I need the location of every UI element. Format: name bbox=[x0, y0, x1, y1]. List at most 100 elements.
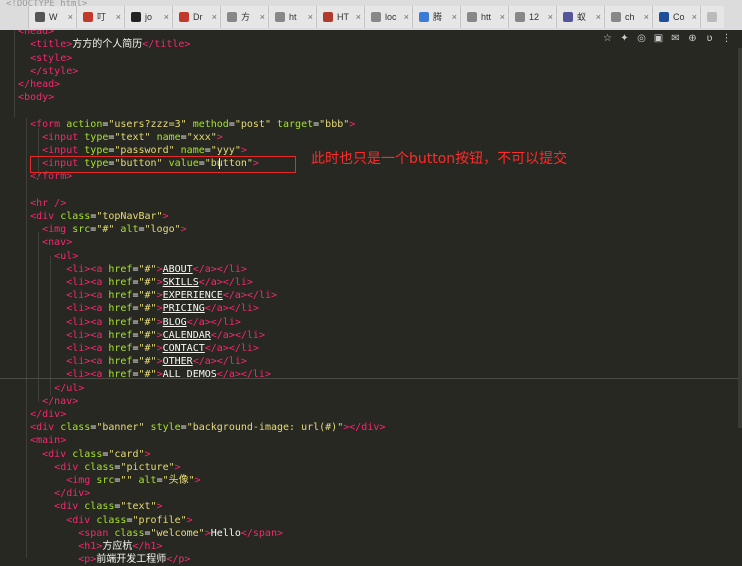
code-token: EXPERIENCE bbox=[162, 290, 223, 302]
code-token: "xxx" bbox=[186, 131, 217, 143]
code-token: > bbox=[174, 461, 181, 473]
code-token: <a bbox=[90, 303, 109, 315]
close-tab-icon[interactable]: × bbox=[500, 6, 505, 28]
code-line: <div class="profile"> bbox=[6, 514, 192, 527]
extension-icon[interactable]: ⊕ bbox=[687, 33, 698, 44]
scrollbar[interactable] bbox=[738, 48, 742, 428]
browser-tab[interactable]: htt × bbox=[460, 6, 508, 28]
code-token: <div bbox=[30, 211, 61, 222]
code-token: method bbox=[192, 118, 229, 130]
close-tab-icon[interactable]: × bbox=[68, 6, 73, 28]
code-token: class bbox=[114, 527, 145, 539]
browser-tab[interactable]: jo × bbox=[124, 6, 172, 28]
close-tab-icon[interactable]: × bbox=[116, 6, 121, 28]
code-token: "topNavBar" bbox=[96, 211, 163, 222]
browser-tab[interactable]: 方 × bbox=[220, 6, 268, 28]
tab-title: 方 bbox=[241, 12, 251, 22]
code-token: </form> bbox=[30, 171, 73, 183]
extension-icon[interactable]: ◎ bbox=[636, 33, 647, 44]
code-line: <li><a href="#">PRICING</a></li> bbox=[6, 302, 259, 315]
code-token: <li> bbox=[66, 263, 91, 275]
code-token: > bbox=[349, 118, 356, 130]
close-tab-icon[interactable]: × bbox=[644, 6, 649, 28]
extension-icon[interactable]: ʋ bbox=[704, 33, 715, 44]
close-tab-icon[interactable]: × bbox=[452, 6, 457, 28]
close-tab-icon[interactable]: × bbox=[356, 6, 361, 28]
code-token: </li> bbox=[216, 263, 247, 275]
code-token: <li> bbox=[66, 329, 91, 341]
browser-tab[interactable]: Dr × bbox=[172, 6, 220, 28]
code-line: <hr /> bbox=[6, 197, 66, 210]
dribbble-icon bbox=[179, 12, 189, 22]
code-token: > bbox=[162, 211, 169, 222]
code-token: <div bbox=[42, 448, 73, 460]
code-token: </title> bbox=[142, 39, 191, 51]
browser-tab[interactable]: 叮 × bbox=[76, 6, 124, 28]
app-icon bbox=[83, 12, 93, 22]
page-icon bbox=[227, 12, 237, 22]
bookmark-star-icon[interactable]: ☆ bbox=[602, 33, 613, 44]
code-token: <h1> bbox=[78, 541, 103, 552]
code-token: "#" bbox=[138, 263, 157, 275]
code-token: 前端开发工程师 bbox=[96, 554, 167, 566]
browser-tab[interactable]: ch × bbox=[604, 6, 652, 28]
browser-tab[interactable]: loc × bbox=[364, 6, 412, 28]
browser-tab[interactable] bbox=[700, 6, 724, 28]
browser-tab[interactable]: W × bbox=[28, 6, 76, 28]
close-tab-icon[interactable]: × bbox=[260, 6, 265, 28]
code-token: ABOUT bbox=[162, 263, 193, 275]
close-tab-icon[interactable]: × bbox=[692, 6, 697, 28]
close-tab-icon[interactable]: × bbox=[164, 6, 169, 28]
browser-tab[interactable]: Co × bbox=[652, 6, 700, 28]
browser-tab[interactable]: 12 × bbox=[508, 6, 556, 28]
code-line: <div class="text"> bbox=[6, 500, 162, 513]
tab-title: W bbox=[49, 12, 58, 22]
code-token: "#" bbox=[138, 316, 157, 328]
browser-tab[interactable]: ht × bbox=[268, 6, 316, 28]
extension-icon[interactable]: ✉ bbox=[670, 33, 681, 44]
github-icon bbox=[131, 12, 141, 22]
code-line: <li><a href="#">SKILLS</a></li> bbox=[6, 276, 253, 289]
code-line: <li><a href="#">OTHER</a></li> bbox=[6, 355, 247, 368]
code-token: <p> bbox=[78, 554, 97, 566]
code-token: SKILLS bbox=[162, 277, 199, 288]
extension-icon[interactable]: ▣ bbox=[653, 33, 664, 44]
code-token: "" bbox=[120, 475, 133, 486]
browser-tab[interactable]: HT × bbox=[316, 6, 364, 28]
code-token: "#" bbox=[138, 277, 157, 288]
browser-tab[interactable]: 蚁 × bbox=[556, 6, 604, 28]
code-line: <div class="card"> bbox=[6, 448, 150, 461]
code-token: BLOG bbox=[162, 316, 187, 328]
close-tab-icon[interactable]: × bbox=[308, 6, 313, 28]
code-token: href bbox=[108, 263, 133, 275]
code-token: <li> bbox=[66, 316, 91, 328]
tab-title: Co bbox=[673, 12, 685, 22]
code-token: <a bbox=[90, 316, 109, 328]
browser-tab[interactable]: 腾 × bbox=[412, 6, 460, 28]
menu-icon[interactable]: ⋮ bbox=[721, 33, 732, 44]
close-tab-icon[interactable]: × bbox=[212, 6, 217, 28]
extension-icon[interactable]: ✦ bbox=[619, 33, 630, 44]
code-token: action bbox=[66, 118, 103, 130]
close-tab-icon[interactable]: × bbox=[404, 6, 409, 28]
code-token: </a> bbox=[210, 329, 235, 341]
fold-divider bbox=[0, 378, 742, 380]
close-tab-icon[interactable]: × bbox=[548, 6, 553, 28]
code-line: <nav> bbox=[6, 236, 72, 249]
code-token: PRICING bbox=[162, 303, 205, 315]
close-tab-icon[interactable]: × bbox=[596, 6, 601, 28]
indent-guide bbox=[14, 28, 15, 118]
google-icon bbox=[275, 12, 285, 22]
code-token: <li> bbox=[66, 277, 91, 288]
